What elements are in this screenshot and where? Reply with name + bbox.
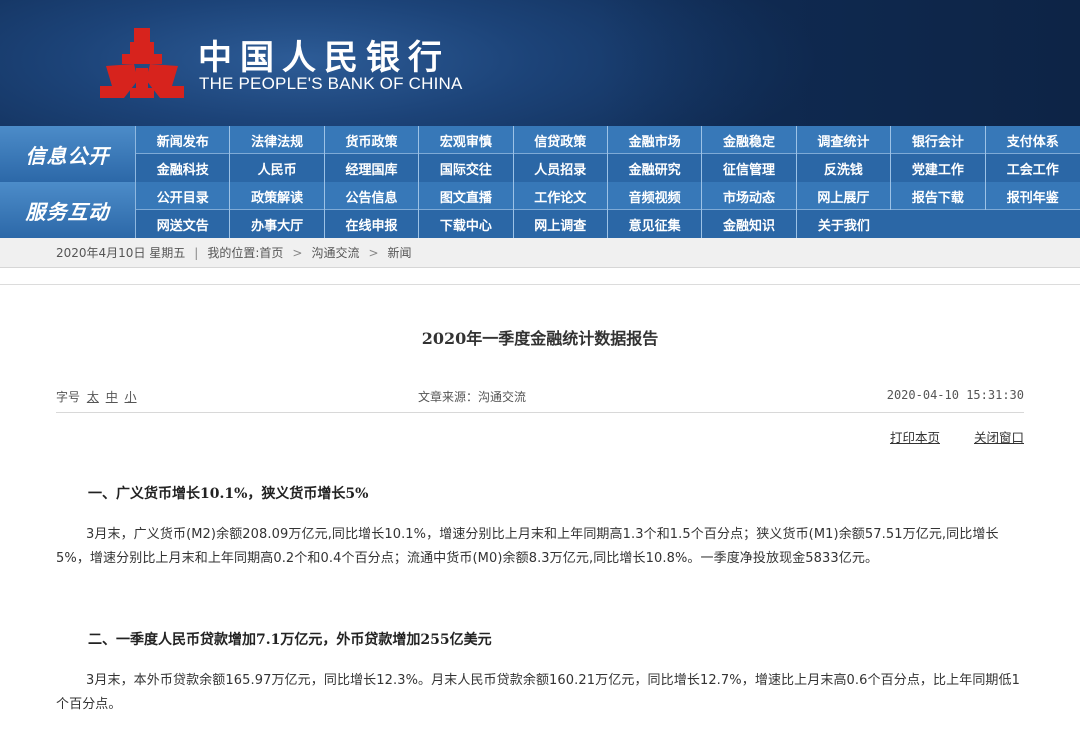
article-title: 2020年一季度金融统计数据报告: [421, 329, 659, 348]
nav-item-payment-system[interactable]: 支付体系: [986, 126, 1080, 154]
location-label: 我的位置:: [207, 246, 260, 260]
nav-item-online-exhibition[interactable]: 网上展厅: [797, 182, 892, 210]
nav-item-union-work[interactable]: 工会工作: [986, 154, 1080, 182]
font-size-label: 字号: [56, 390, 81, 404]
nav-service-label: 服务互动: [25, 199, 110, 224]
section-heading: 二、一季度人民币贷款增加7.1万亿元，外币贷款增加255亿美元: [88, 632, 492, 648]
nav-info-row2: 金融科技 人民币 经理国库 国际交往 人员招录 金融研究 征信管理 反洗钱 党建…: [136, 154, 1080, 182]
nav-item-treasury[interactable]: 经理国库: [325, 154, 420, 182]
nav-item-financial-market[interactable]: 金融市场: [608, 126, 703, 154]
nav-item-financial-stability[interactable]: 金融稳定: [702, 126, 797, 154]
article-meta: 字号 太 中 小 文章来源：沟通交流 2020-04-10 15:31:30: [56, 388, 1024, 406]
logo-chinese-name[interactable]: 中国人民银行: [198, 30, 450, 79]
nav-info-label: 信息公开: [25, 143, 110, 168]
nav-item-announcements[interactable]: 公告信息: [325, 182, 420, 210]
nav-service-interaction: 服务互动 公开目录 政策解读 公告信息 图文直播 工作论文 音频视频 市场动态 …: [0, 182, 1080, 238]
breadcrumb-news-link[interactable]: 新闻: [388, 244, 412, 261]
logo-english-name[interactable]: THE PEOPLE'S BANK OF CHINA: [199, 74, 463, 94]
section-paragraph: 3月末，广义货币(M2)余额208.09万亿元,同比增长10.1%，增速分别比上…: [56, 527, 999, 566]
nav-item-working-papers[interactable]: 工作论文: [514, 182, 608, 210]
nav-item-party-building[interactable]: 党建工作: [891, 154, 986, 182]
nav-item-live-broadcast[interactable]: 图文直播: [419, 182, 514, 210]
nav-item-rmb[interactable]: 人民币: [230, 154, 325, 182]
nav-item-international[interactable]: 国际交往: [419, 154, 514, 182]
nav-item-download-center[interactable]: 下载中心: [419, 210, 514, 238]
breadcrumb: 2020年4月10日 星期五 | 我的位置: 首页 > 沟通交流 > 新闻: [0, 238, 1080, 268]
nav-item-report-download[interactable]: 报告下载: [891, 182, 986, 210]
chevron-right-icon: >: [368, 245, 379, 260]
nav-item-financial-knowledge[interactable]: 金融知识: [702, 210, 797, 238]
nav-info-disclosure: 信息公开 新闻发布 法律法规 货币政策 宏观审慎 信贷政策 金融市场 金融稳定 …: [0, 126, 1080, 182]
nav-item-market-news[interactable]: 市场动态: [702, 182, 797, 210]
meta-divider: [56, 412, 1024, 413]
breadcrumb-communication-link[interactable]: 沟通交流: [311, 244, 359, 261]
print-page-link[interactable]: 打印本页: [890, 430, 940, 445]
nav-item-recruitment[interactable]: 人员招录: [514, 154, 608, 182]
article-timestamp: 2020-04-10 15:31:30: [886, 388, 1024, 402]
current-date: 2020年4月10日: [56, 246, 146, 260]
pboc-emblem-icon[interactable]: [100, 28, 184, 100]
nav-item-credit-reference[interactable]: 征信管理: [702, 154, 797, 182]
section-paragraph: 3月末，本外币贷款余额165.97万亿元，同比增长12.3%。月末人民币贷款余额…: [56, 673, 1020, 712]
nav-item-laws[interactable]: 法律法规: [230, 126, 325, 154]
nav-info-row1: 新闻发布 法律法规 货币政策 宏观审慎 信贷政策 金融市场 金融稳定 调查统计 …: [136, 126, 1080, 154]
nav-service-title[interactable]: 服务互动: [0, 182, 136, 238]
nav-info-title[interactable]: 信息公开: [0, 126, 136, 182]
site-banner: 中国人民银行 THE PEOPLE'S BANK OF CHINA: [0, 0, 1080, 126]
breadcrumb-divider: |: [194, 245, 199, 260]
nav-item-news-release[interactable]: 新闻发布: [136, 126, 231, 154]
nav-item-statistics[interactable]: 调查统计: [797, 126, 892, 154]
nav-item-research[interactable]: 金融研究: [608, 154, 703, 182]
nav-item-audio-video[interactable]: 音频视频: [608, 182, 703, 210]
nav-item-service-hall[interactable]: 办事大厅: [230, 210, 325, 238]
breadcrumb-home-link[interactable]: 首页: [259, 244, 283, 261]
nav-service-grid: 公开目录 政策解读 公告信息 图文直播 工作论文 音频视频 市场动态 网上展厅 …: [136, 182, 1080, 238]
nav-service-row1: 公开目录 政策解读 公告信息 图文直播 工作论文 音频视频 市场动态 网上展厅 …: [136, 182, 1080, 210]
banner-glow: [600, 0, 1080, 126]
nav-item-about-us[interactable]: 关于我们: [797, 210, 891, 238]
font-size-large-link[interactable]: 太: [87, 390, 99, 404]
nav-item-online-filing[interactable]: 在线申报: [325, 210, 420, 238]
section-heading: 一、广义货币增长10.1%，狭义货币增长5%: [88, 486, 369, 502]
nav-item-anti-money-laundering[interactable]: 反洗钱: [797, 154, 892, 182]
chevron-right-icon: >: [292, 245, 303, 260]
font-size-small-link[interactable]: 小: [125, 390, 137, 404]
article-tools: 打印本页 关闭窗口: [860, 427, 1024, 446]
current-weekday: 星期五: [149, 246, 186, 260]
nav-item-public-catalog[interactable]: 公开目录: [136, 182, 231, 210]
nav-item-opinion-collection[interactable]: 意见征集: [608, 210, 703, 238]
nav-item-bank-accounting[interactable]: 银行会计: [891, 126, 986, 154]
close-window-link[interactable]: 关闭窗口: [974, 430, 1024, 445]
nav-item-monetary-policy[interactable]: 货币政策: [325, 126, 420, 154]
nav-service-row2: 网送文告 办事大厅 在线申报 下载中心 网上调查 意见征集 金融知识 关于我们: [136, 210, 1080, 238]
nav-item-policy-interpretation[interactable]: 政策解读: [230, 182, 325, 210]
nav-item-documents[interactable]: 网送文告: [136, 210, 231, 238]
nav-item-yearbooks[interactable]: 报刊年鉴: [986, 182, 1080, 210]
font-size-medium-link[interactable]: 中: [106, 390, 118, 404]
article-panel: 2020年一季度金融统计数据报告 字号 太 中 小 文章来源：沟通交流 2020…: [0, 284, 1080, 742]
nav-info-grid: 新闻发布 法律法规 货币政策 宏观审慎 信贷政策 金融市场 金融稳定 调查统计 …: [136, 126, 1080, 182]
nav-item-credit-policy[interactable]: 信贷政策: [514, 126, 608, 154]
font-size-switcher: 字号 太 中 小: [56, 388, 137, 405]
nav-item-online-survey[interactable]: 网上调查: [514, 210, 608, 238]
nav-item-fintech[interactable]: 金融科技: [136, 154, 231, 182]
nav-item-macro-prudential[interactable]: 宏观审慎: [419, 126, 514, 154]
article-source: 文章来源：沟通交流: [418, 390, 527, 404]
